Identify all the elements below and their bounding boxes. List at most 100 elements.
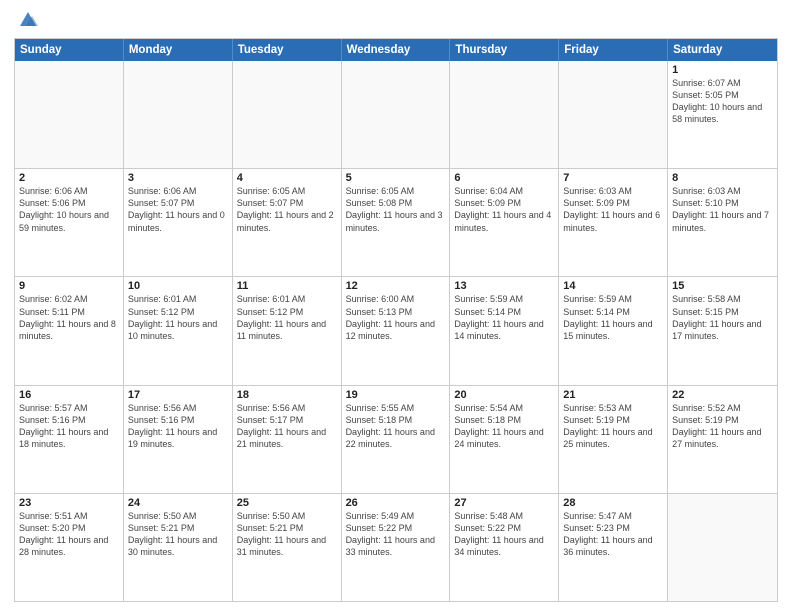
page: SundayMondayTuesdayWednesdayThursdayFrid… [0,0,792,612]
day-cell-6: 6Sunrise: 6:04 AM Sunset: 5:09 PM Daylig… [450,169,559,276]
day-cell-10: 10Sunrise: 6:01 AM Sunset: 5:12 PM Dayli… [124,277,233,384]
day-cell-16: 16Sunrise: 5:57 AM Sunset: 5:16 PM Dayli… [15,386,124,493]
day-number: 20 [454,389,554,401]
day-info: Sunrise: 6:00 AM Sunset: 5:13 PM Dayligh… [346,293,446,342]
day-info: Sunrise: 6:07 AM Sunset: 5:05 PM Dayligh… [672,77,773,126]
calendar-body: 1Sunrise: 6:07 AM Sunset: 5:05 PM Daylig… [15,61,777,601]
day-cell-26: 26Sunrise: 5:49 AM Sunset: 5:22 PM Dayli… [342,494,451,601]
day-info: Sunrise: 6:01 AM Sunset: 5:12 PM Dayligh… [128,293,228,342]
day-number: 22 [672,389,773,401]
day-cell-4: 4Sunrise: 6:05 AM Sunset: 5:07 PM Daylig… [233,169,342,276]
calendar-header: SundayMondayTuesdayWednesdayThursdayFrid… [15,39,777,61]
day-number: 13 [454,280,554,292]
empty-cell [124,61,233,168]
day-info: Sunrise: 5:51 AM Sunset: 5:20 PM Dayligh… [19,510,119,559]
day-cell-14: 14Sunrise: 5:59 AM Sunset: 5:14 PM Dayli… [559,277,668,384]
day-number: 24 [128,497,228,509]
day-number: 7 [563,172,663,184]
calendar-row-2: 2Sunrise: 6:06 AM Sunset: 5:06 PM Daylig… [15,168,777,276]
day-cell-1: 1Sunrise: 6:07 AM Sunset: 5:05 PM Daylig… [668,61,777,168]
calendar-row-3: 9Sunrise: 6:02 AM Sunset: 5:11 PM Daylig… [15,276,777,384]
day-info: Sunrise: 5:54 AM Sunset: 5:18 PM Dayligh… [454,402,554,451]
day-number: 14 [563,280,663,292]
day-info: Sunrise: 6:02 AM Sunset: 5:11 PM Dayligh… [19,293,119,342]
day-info: Sunrise: 6:06 AM Sunset: 5:07 PM Dayligh… [128,185,228,234]
day-info: Sunrise: 5:59 AM Sunset: 5:14 PM Dayligh… [454,293,554,342]
day-info: Sunrise: 5:58 AM Sunset: 5:15 PM Dayligh… [672,293,773,342]
day-info: Sunrise: 5:52 AM Sunset: 5:19 PM Dayligh… [672,402,773,451]
day-number: 8 [672,172,773,184]
logo [14,12,38,30]
empty-cell [668,494,777,601]
day-info: Sunrise: 6:01 AM Sunset: 5:12 PM Dayligh… [237,293,337,342]
day-cell-15: 15Sunrise: 5:58 AM Sunset: 5:15 PM Dayli… [668,277,777,384]
empty-cell [233,61,342,168]
header-day-sunday: Sunday [15,39,124,61]
day-number: 12 [346,280,446,292]
empty-cell [450,61,559,168]
day-number: 21 [563,389,663,401]
day-number: 23 [19,497,119,509]
calendar-row-1: 1Sunrise: 6:07 AM Sunset: 5:05 PM Daylig… [15,61,777,168]
day-number: 19 [346,389,446,401]
header-day-friday: Friday [559,39,668,61]
day-cell-5: 5Sunrise: 6:05 AM Sunset: 5:08 PM Daylig… [342,169,451,276]
day-cell-25: 25Sunrise: 5:50 AM Sunset: 5:21 PM Dayli… [233,494,342,601]
day-cell-21: 21Sunrise: 5:53 AM Sunset: 5:19 PM Dayli… [559,386,668,493]
day-info: Sunrise: 5:48 AM Sunset: 5:22 PM Dayligh… [454,510,554,559]
day-info: Sunrise: 6:06 AM Sunset: 5:06 PM Dayligh… [19,185,119,234]
day-cell-9: 9Sunrise: 6:02 AM Sunset: 5:11 PM Daylig… [15,277,124,384]
day-number: 5 [346,172,446,184]
day-cell-27: 27Sunrise: 5:48 AM Sunset: 5:22 PM Dayli… [450,494,559,601]
day-number: 25 [237,497,337,509]
day-cell-18: 18Sunrise: 5:56 AM Sunset: 5:17 PM Dayli… [233,386,342,493]
header-day-wednesday: Wednesday [342,39,451,61]
day-number: 2 [19,172,119,184]
day-number: 27 [454,497,554,509]
day-info: Sunrise: 6:03 AM Sunset: 5:10 PM Dayligh… [672,185,773,234]
day-number: 26 [346,497,446,509]
day-number: 1 [672,64,773,76]
day-info: Sunrise: 6:05 AM Sunset: 5:08 PM Dayligh… [346,185,446,234]
day-info: Sunrise: 5:55 AM Sunset: 5:18 PM Dayligh… [346,402,446,451]
empty-cell [342,61,451,168]
day-cell-19: 19Sunrise: 5:55 AM Sunset: 5:18 PM Dayli… [342,386,451,493]
header-day-thursday: Thursday [450,39,559,61]
day-cell-28: 28Sunrise: 5:47 AM Sunset: 5:23 PM Dayli… [559,494,668,601]
day-number: 10 [128,280,228,292]
day-number: 16 [19,389,119,401]
day-number: 4 [237,172,337,184]
day-info: Sunrise: 5:57 AM Sunset: 5:16 PM Dayligh… [19,402,119,451]
day-number: 28 [563,497,663,509]
day-cell-17: 17Sunrise: 5:56 AM Sunset: 5:16 PM Dayli… [124,386,233,493]
day-number: 9 [19,280,119,292]
day-info: Sunrise: 5:59 AM Sunset: 5:14 PM Dayligh… [563,293,663,342]
day-cell-12: 12Sunrise: 6:00 AM Sunset: 5:13 PM Dayli… [342,277,451,384]
day-cell-23: 23Sunrise: 5:51 AM Sunset: 5:20 PM Dayli… [15,494,124,601]
day-info: Sunrise: 5:56 AM Sunset: 5:17 PM Dayligh… [237,402,337,451]
calendar-row-4: 16Sunrise: 5:57 AM Sunset: 5:16 PM Dayli… [15,385,777,493]
day-info: Sunrise: 5:47 AM Sunset: 5:23 PM Dayligh… [563,510,663,559]
day-cell-2: 2Sunrise: 6:06 AM Sunset: 5:06 PM Daylig… [15,169,124,276]
header-day-tuesday: Tuesday [233,39,342,61]
calendar: SundayMondayTuesdayWednesdayThursdayFrid… [14,38,778,602]
logo-icon [16,8,38,30]
day-number: 6 [454,172,554,184]
day-number: 11 [237,280,337,292]
day-cell-7: 7Sunrise: 6:03 AM Sunset: 5:09 PM Daylig… [559,169,668,276]
header-day-monday: Monday [124,39,233,61]
day-cell-20: 20Sunrise: 5:54 AM Sunset: 5:18 PM Dayli… [450,386,559,493]
day-cell-8: 8Sunrise: 6:03 AM Sunset: 5:10 PM Daylig… [668,169,777,276]
day-info: Sunrise: 6:05 AM Sunset: 5:07 PM Dayligh… [237,185,337,234]
day-cell-11: 11Sunrise: 6:01 AM Sunset: 5:12 PM Dayli… [233,277,342,384]
day-number: 15 [672,280,773,292]
day-number: 3 [128,172,228,184]
day-cell-24: 24Sunrise: 5:50 AM Sunset: 5:21 PM Dayli… [124,494,233,601]
day-cell-3: 3Sunrise: 6:06 AM Sunset: 5:07 PM Daylig… [124,169,233,276]
day-info: Sunrise: 5:49 AM Sunset: 5:22 PM Dayligh… [346,510,446,559]
empty-cell [559,61,668,168]
day-info: Sunrise: 6:03 AM Sunset: 5:09 PM Dayligh… [563,185,663,234]
day-info: Sunrise: 5:53 AM Sunset: 5:19 PM Dayligh… [563,402,663,451]
day-number: 18 [237,389,337,401]
day-number: 17 [128,389,228,401]
